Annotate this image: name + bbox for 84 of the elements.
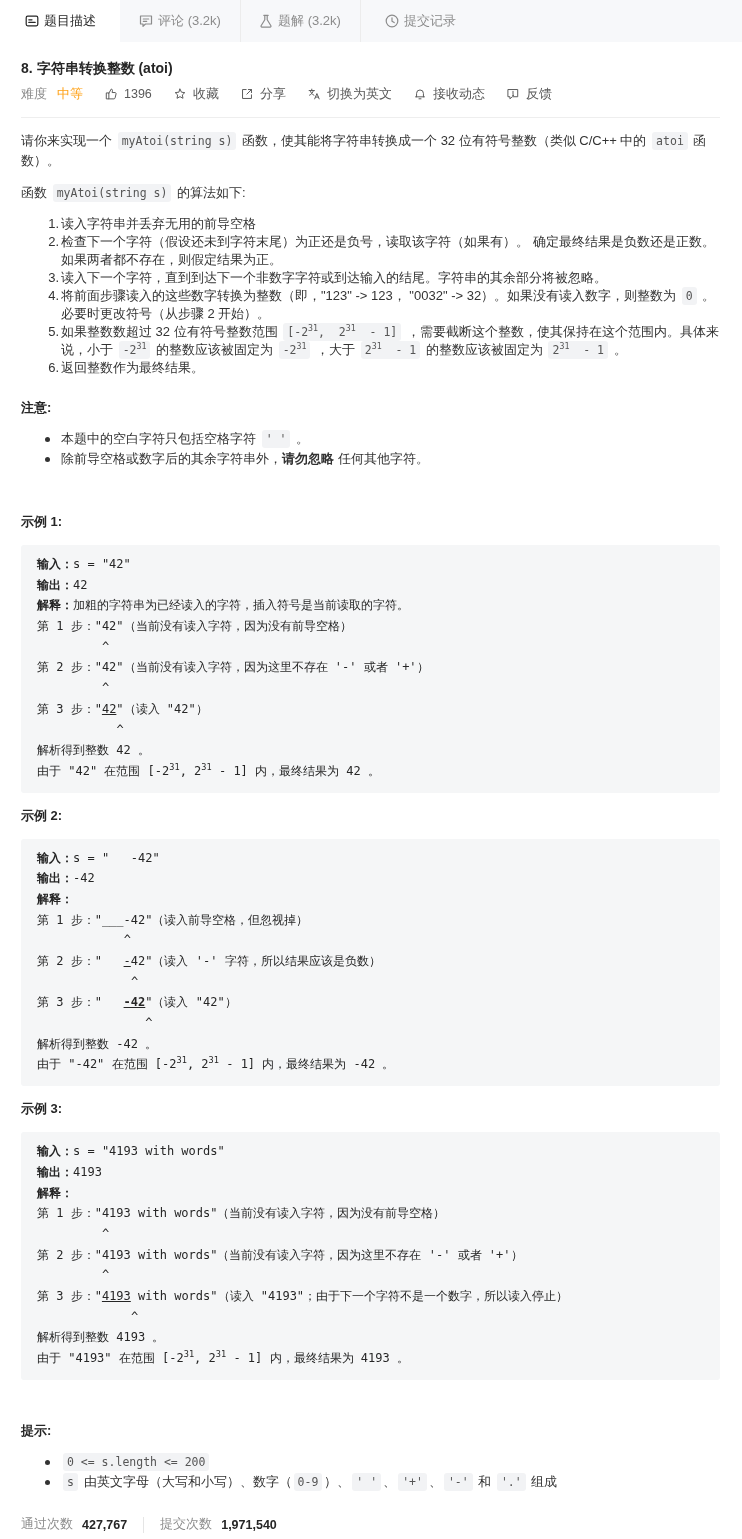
code-line: 输入：s = " -42" (37, 850, 160, 865)
section-heading: 提示: (21, 1421, 53, 1440)
bullet-icon (45, 1459, 50, 1465)
translate-icon (307, 88, 320, 100)
code-line: 第 3 步：" -42"（读入 "42"） (37, 995, 237, 1010)
code-line: 输入：s = "4193 with words" (37, 1144, 225, 1159)
like-button[interactable]: 1396 (105, 87, 152, 101)
code-line: ^ (102, 1268, 110, 1283)
share-button[interactable]: 分享 (240, 85, 286, 103)
difficulty-label: 难度 (21, 85, 47, 103)
stat-label: 通过次数 (21, 1516, 73, 1534)
feedback-button[interactable]: 反馈 (506, 85, 552, 103)
stat-label: 提交次数 (160, 1516, 213, 1534)
code-line: 第 3 步："4193 with words"（读入 "4193"；由于下一个字符不是一个数字，所以读入停止） (37, 1288, 569, 1303)
star-icon (173, 88, 186, 100)
code-line: 第 3 步："42"（读入 "42"） (37, 701, 208, 716)
list-item-text: 将前面步骤读入的这些数字转换为整数（即，"123" -> 123， "0032" -> 32）。如果没有读入数字，则整数为 0 。必要时更改符号（从步骤 2 开始）。 (61, 287, 717, 323)
code-line: 解析得到整数 4193 。 (37, 1330, 165, 1345)
thumbs-up-icon (105, 88, 117, 100)
code-line: ^ (123, 933, 131, 948)
difficulty-value: 中等 (57, 85, 83, 103)
code-line: ^ (116, 722, 124, 737)
list-number: 3. (48, 269, 59, 287)
clock-icon (384, 14, 399, 28)
bell-icon (413, 88, 426, 100)
share-icon (240, 88, 253, 100)
code-line: 第 1 步："4193 with words"（当前没有读入字符，因为没有前导空格） (37, 1206, 446, 1221)
code-line: 输出：42 (37, 577, 88, 592)
section-heading: 注意: (21, 399, 53, 417)
code-line: 由于 "-42" 在范围 [-2$^{31}$, 2$^{31}$ - 1] 内，最终结果为 -42 。 (37, 1057, 395, 1072)
code-line: 第 1 步："___-42"（读入前导空格，但忽视掉） (37, 912, 309, 927)
stat-value: 427,767 (82, 1517, 128, 1532)
code-line: ^ (102, 681, 110, 696)
bullet-icon (45, 457, 50, 462)
bullet-icon (45, 437, 50, 442)
code-line: 解释：加粗的字符串为已经读入的字符，插入符号是当前读取的字符。 (37, 598, 409, 613)
tab[interactable]: 题目描述 (0, 0, 120, 42)
code-line: 输出：-42 (37, 871, 95, 886)
code-line: 第 2 步："4193 with words"（当前没有读入字符，因为这里不存在 '-' 或者 '+'） (37, 1247, 523, 1262)
list-number: 4. (48, 287, 59, 305)
example-heading: 示例 2: (21, 806, 64, 825)
description-paragraph: 请你来实现一个 myAtoi(string s) 函数，使其能将字符串转换成一个 32 位有符号整数（类似 C/C++ 中的 atoi 函数）。 (21, 131, 708, 170)
list-item-text: 如果整数数超过 32 位有符号整数范围 [-2$^{31}$, 2$^{31}$ - 1] ，需要截断这个整数，使其保持在这个范围内。具体来说，小于 -2$^{31}$ 的整数应该被固定为 -2$^{31}$ ，大于 2$^{31}$ - 1 的整数应该被固定为 2$^{31}$ - 1 。 (61, 323, 720, 359)
code-line: ^ (102, 639, 110, 654)
list-item-text: 返回整数作为最终结果。 (61, 359, 205, 377)
code-line: 输出：4193 (37, 1164, 102, 1179)
flask-icon (259, 14, 274, 28)
code-line: 由于 "4193" 在范围 [-2$^{31}$, 2$^{31}$ - 1] 内，最终结果为 4193 。 (37, 1351, 409, 1365)
code-line: ^ (145, 1016, 153, 1031)
list-item-text: s 由英文字母（大写和小写）、数字（ 0-9 ）、 ' ' 、 '+' 、 '-' 和 '.' 组成 (61, 1471, 720, 1492)
stat-value: 1,971,540 (221, 1517, 277, 1532)
code-line: 解释： (37, 1185, 73, 1200)
problem-title: 8. 字符串转换整数 (atoi) (21, 59, 174, 78)
list-number: 1. (48, 215, 59, 233)
code-line: 解释： (37, 891, 73, 906)
translate-button[interactable]: 切换为英文 (307, 85, 392, 103)
list-item-text: 本题中的空白字符只包括空格字符 ' ' 。 (61, 429, 311, 449)
code-line: 解析得到整数 42 。 (37, 743, 150, 758)
code-line: 第 2 步："42"（当前没有读入字符，因为这里不存在 '-' 或者 '+'） (37, 660, 429, 675)
list-number: 5. (48, 323, 59, 341)
subscribe-button[interactable]: 接收动态 (413, 85, 485, 103)
comment-icon (139, 14, 154, 28)
code-line: 输入：s = "42" (37, 557, 131, 571)
code-line: ^ (130, 1309, 139, 1324)
code-line: ^ (130, 974, 139, 989)
description-paragraph: 函数 myAtoi(string s) 的算法如下: (21, 183, 247, 203)
list-item-text: 0 <= s.length <= 200 (61, 1451, 720, 1472)
code-line: 由于 "42" 在范围 [-2$^{31}$, 2$^{31}$ - 1] 内，最终结果为 42 。 (37, 763, 380, 778)
list-item-text: 检查下一个字符（假设还未到字符末尾）为正还是负号，读取该字符（如果有）。 确定最终结果是负数还是正数。如果两者都不存在，则假定结果为正。 (61, 233, 716, 269)
list-item-text: 读入字符串并丢弃无用的前导空格 (61, 215, 257, 233)
feedback-icon (506, 88, 519, 100)
list-item-text: 读入下一个字符，直到到达下一个非数字字符或到达输入的结尾。字符串的其余部分将被忽略。 (61, 269, 608, 287)
example-heading: 示例 1: (21, 513, 64, 531)
bullet-icon (45, 1479, 50, 1485)
code-line: 第 1 步："42"（当前没有读入字符，因为没有前导空格） (37, 619, 352, 634)
document-icon (24, 14, 39, 28)
code-line: 第 2 步：" -42"（读入 '-' 字符，所以结果应该是负数） (37, 954, 381, 968)
list-item-text: 除前导空格或数字后的其余字符串外，请勿忽略 任何其他字符。 (61, 450, 430, 468)
code-line: ^ (102, 1226, 110, 1241)
favorite-button[interactable]: 收藏 (173, 85, 219, 103)
list-number: 6. (48, 359, 59, 377)
list-number: 2. (48, 233, 59, 251)
example-heading: 示例 3: (21, 1100, 64, 1119)
code-line: 解析得到整数 -42 。 (37, 1036, 158, 1051)
